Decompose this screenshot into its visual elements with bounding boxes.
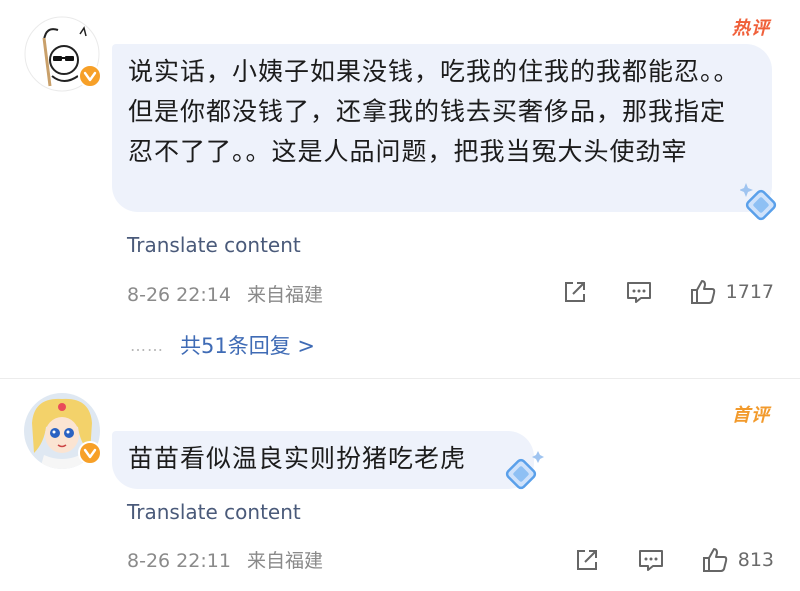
comment-meta: 8-26 22:14 来自福建	[127, 280, 333, 307]
comment-icon	[626, 282, 651, 303]
comment-date: 8-26 22:11	[127, 550, 231, 572]
share-button[interactable]	[560, 277, 590, 307]
first-comment-tag: 首评	[732, 405, 770, 426]
diamond-gem-icon	[505, 451, 544, 490]
like-count: 813	[737, 549, 774, 571]
comment-location: 来自福建	[246, 284, 323, 306]
verified-badge-icon	[78, 64, 102, 88]
avatar[interactable]	[24, 16, 102, 92]
avatar[interactable]	[24, 393, 102, 469]
like-button[interactable]: 813	[700, 545, 774, 575]
thumbs-up-icon	[702, 548, 727, 572]
verified-badge-icon	[78, 441, 102, 465]
like-button[interactable]: 1717	[688, 277, 774, 307]
comment-item: 热评 说实话，小姨子如果没钱，吃我的住我的我都能忍。。但是你都没钱了，还拿我的钱…	[0, 0, 800, 378]
comment-button[interactable]	[636, 545, 666, 575]
comment-bubble[interactable]: 苗苗看似温良实则扮猪吃老虎	[112, 431, 534, 489]
comment-location: 来自福建	[246, 550, 323, 572]
share-icon	[576, 550, 597, 570]
comment-icon	[638, 550, 663, 571]
translate-link[interactable]: Translate content	[127, 233, 301, 257]
comment-date: 8-26 22:14	[127, 284, 231, 306]
replies-dots: ……	[130, 335, 164, 355]
comment-button[interactable]	[624, 277, 654, 307]
comment-text: 说实话，小姨子如果没钱，吃我的住我的我都能忍。。但是你都没钱了，还拿我的钱去买奢…	[128, 57, 740, 166]
like-count: 1717	[725, 281, 774, 303]
translate-link[interactable]: Translate content	[127, 500, 301, 524]
comment-text: 苗苗看似温良实则扮猪吃老虎	[128, 444, 467, 473]
replies-label: 共51条回复 >	[180, 334, 315, 358]
hot-comment-tag: 热评	[732, 18, 770, 39]
view-replies-link[interactable]: …… 共51条回复 >	[130, 330, 315, 360]
thumbs-up-icon	[690, 280, 715, 304]
comment-actions: 813	[538, 545, 774, 575]
share-icon	[564, 282, 585, 302]
comment-item: 首评 苗苗看似温良实则扮猪吃老虎 Translate content 8-26 …	[0, 378, 800, 591]
share-button[interactable]	[572, 545, 602, 575]
comment-actions: 1717	[526, 277, 774, 307]
diamond-gem-icon	[740, 183, 777, 221]
comment-meta: 8-26 22:11 来自福建	[127, 546, 333, 573]
comment-bubble[interactable]: 说实话，小姨子如果没钱，吃我的住我的我都能忍。。但是你都没钱了，还拿我的钱去买奢…	[112, 44, 772, 212]
